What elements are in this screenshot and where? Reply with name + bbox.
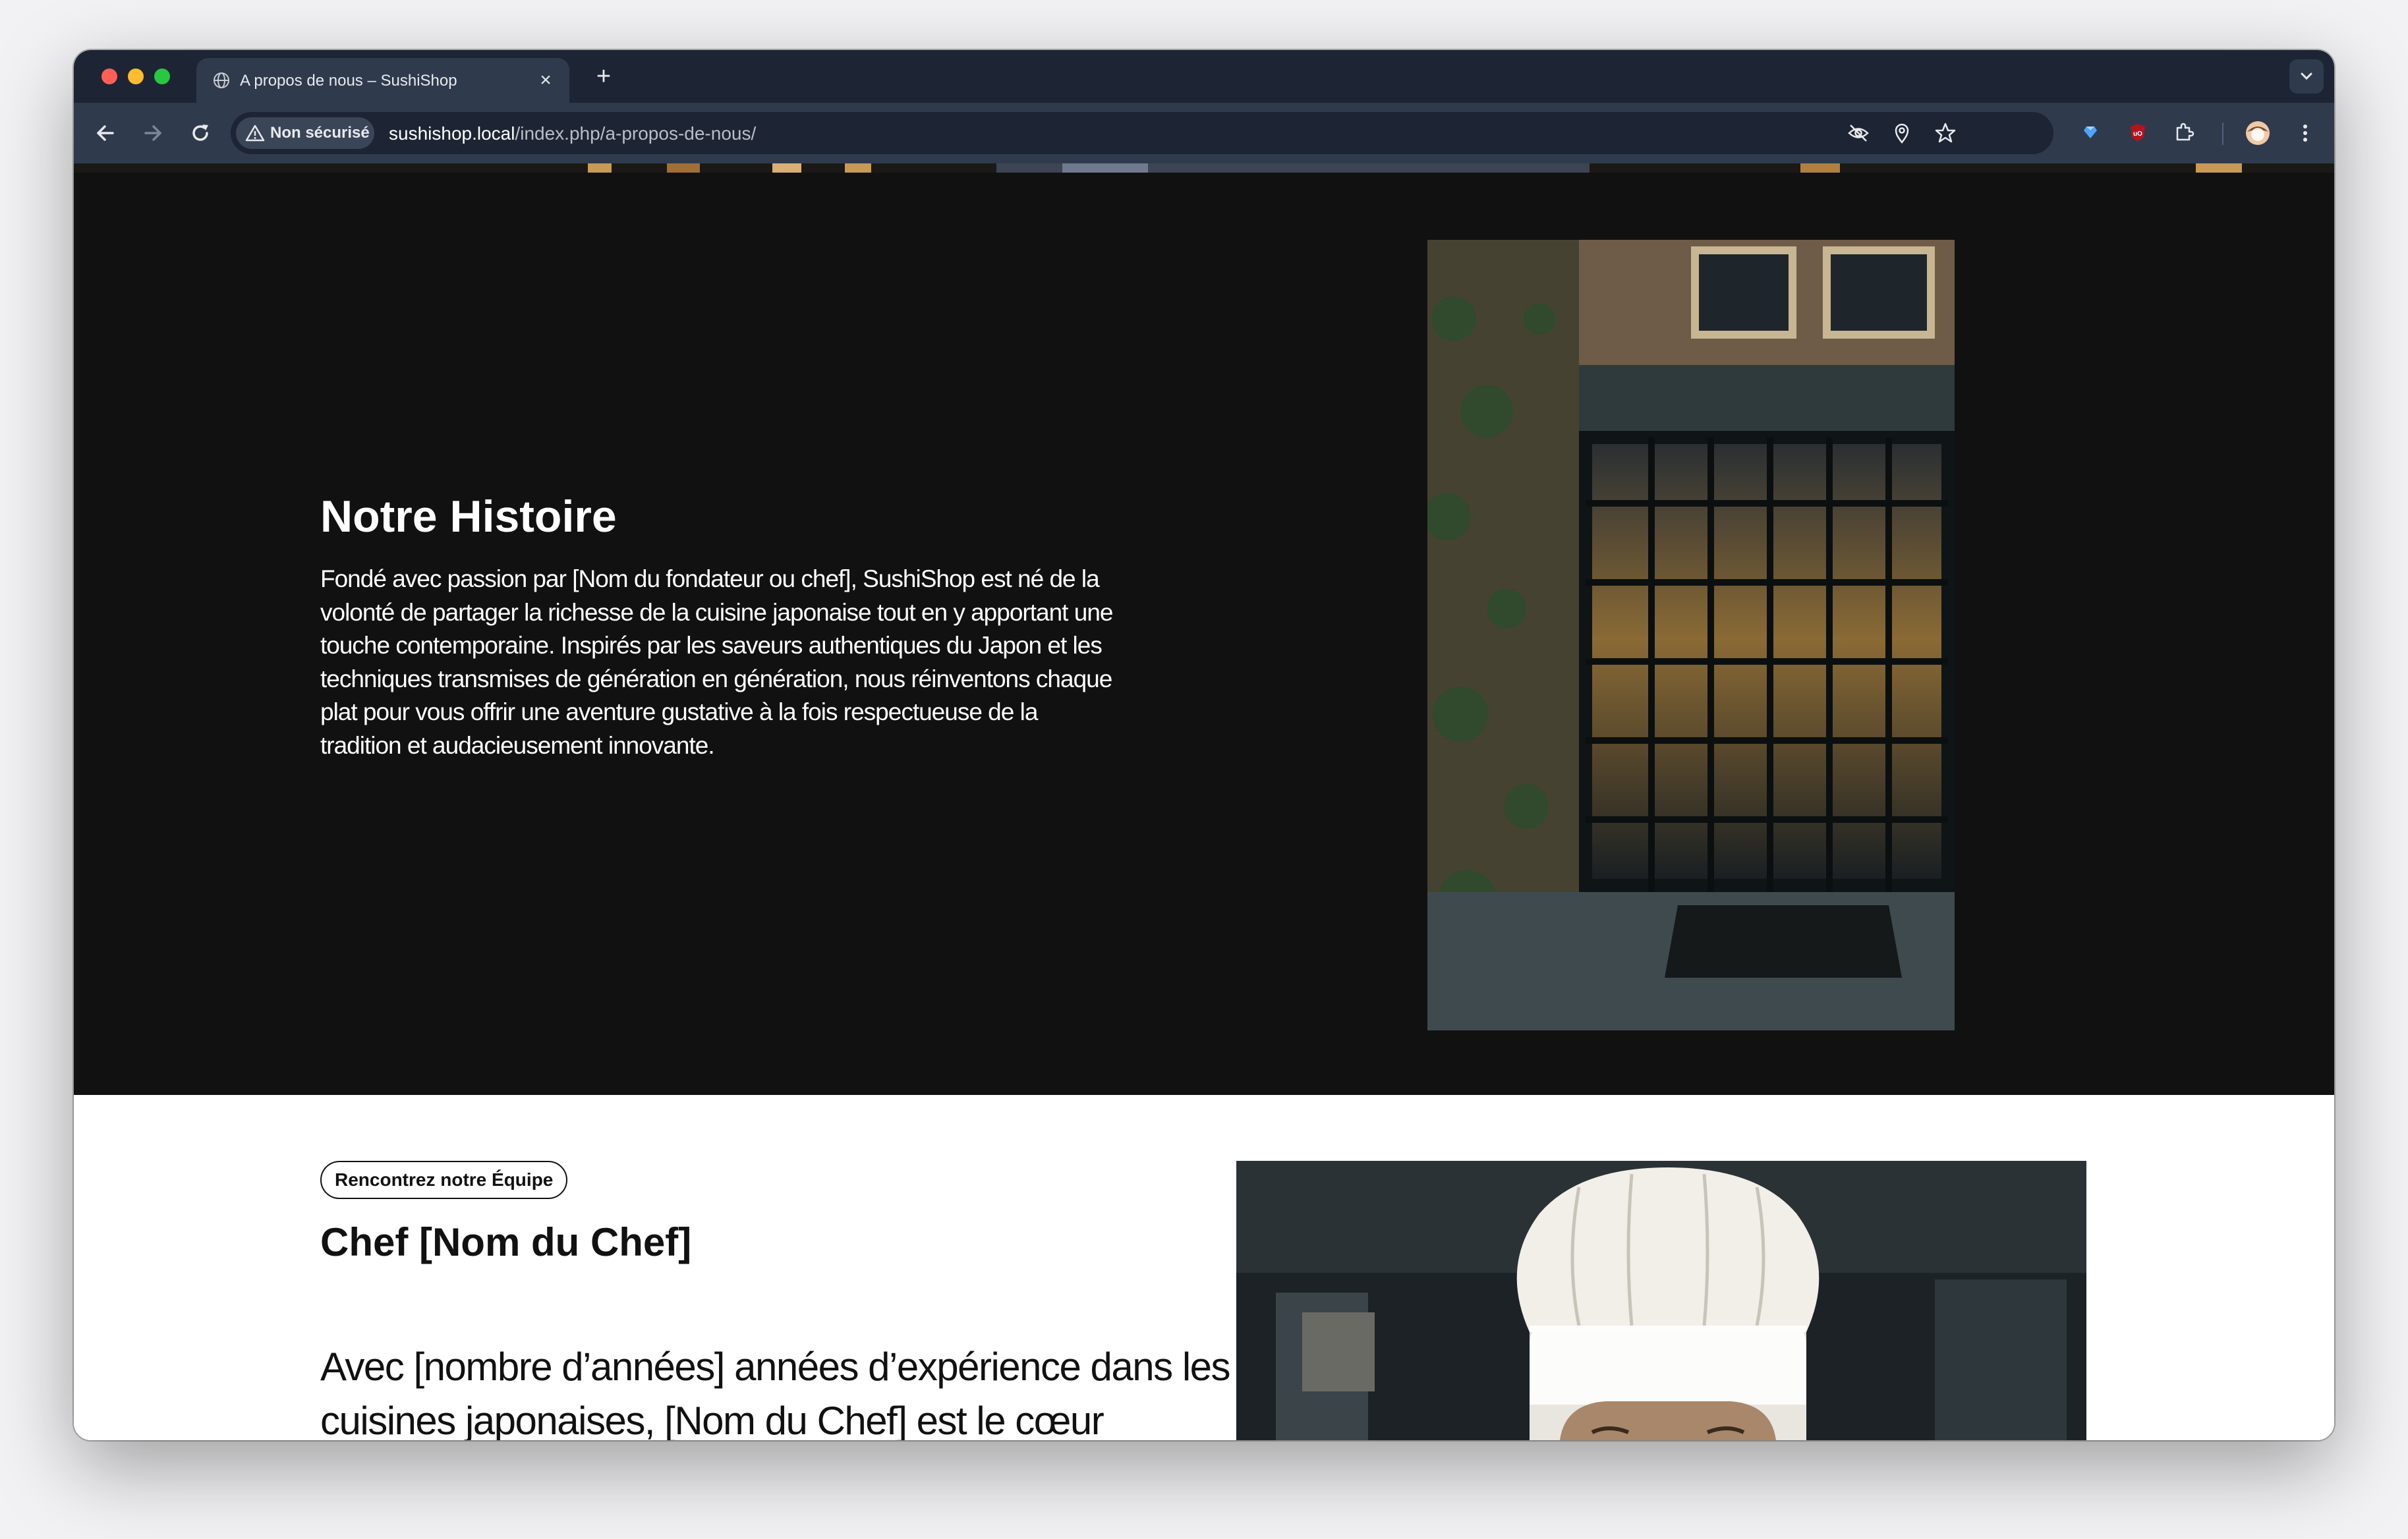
reload-icon[interactable]	[186, 119, 215, 148]
page-viewport: Notre Histoire Fondé avec passion par [N…	[74, 163, 2334, 1440]
globe-icon	[214, 72, 229, 88]
chef-name-heading: Chef [Nom du Chef]	[320, 1220, 692, 1264]
location-pin-icon[interactable]	[1890, 121, 1914, 145]
ublock-origin-icon[interactable]: uO	[2123, 119, 2152, 148]
back-icon[interactable]	[91, 119, 120, 148]
forward-icon[interactable]	[138, 119, 167, 148]
history-section: Notre Histoire Fondé avec passion par [N…	[74, 173, 2334, 1095]
tab-active[interactable]: A propos de nous – SushiShop ×	[196, 58, 569, 103]
eye-off-icon[interactable]	[1847, 121, 1870, 145]
url-host: sushishop.local	[389, 123, 515, 144]
close-tab-icon[interactable]: ×	[534, 69, 558, 92]
tab-title: A propos de nous – SushiShop	[240, 72, 457, 90]
url-path: /index.php/a-propos-de-nous/	[515, 123, 757, 144]
warning-icon	[245, 125, 265, 142]
extensions-puzzle-icon[interactable]	[2169, 119, 2198, 148]
maximize-window-button[interactable]	[154, 69, 170, 84]
svg-text:uO: uO	[2133, 130, 2142, 138]
url-text[interactable]: sushishop.local/index.php/a-propos-de-no…	[389, 123, 756, 144]
security-label: Non sécurisé	[270, 124, 370, 142]
history-title: Notre Histoire	[320, 491, 617, 542]
new-tab-button[interactable]: +	[590, 63, 617, 90]
gem-extension-icon[interactable]	[2076, 119, 2105, 148]
security-chip[interactable]: Non sécurisé	[236, 117, 374, 149]
minimize-window-button[interactable]	[128, 69, 144, 84]
bookmark-star-icon[interactable]	[1934, 121, 1957, 145]
close-window-button[interactable]	[101, 69, 117, 84]
address-bar[interactable]: Non sécurisé sushishop.local/index.php/a…	[231, 112, 2053, 154]
toolbar: Non sécurisé sushishop.local/index.php/a…	[74, 103, 2334, 163]
team-section: Rencontrez notre Équipe Chef [Nom du Che…	[74, 1095, 2334, 1440]
profile-avatar[interactable]	[2243, 119, 2272, 148]
chef-bio-text: Avec [nombre d’années] années d’expérien…	[320, 1345, 1231, 1440]
tab-search-button[interactable]	[2289, 59, 2324, 94]
chevron-down-icon	[2301, 72, 2312, 80]
team-badge: Rencontrez notre Équipe	[320, 1161, 568, 1199]
hero-image-edge	[74, 163, 2334, 173]
toolbar-divider	[2222, 123, 2223, 145]
menu-kebab-icon[interactable]	[2291, 119, 2320, 148]
chef-portrait-image	[1236, 1161, 2086, 1440]
browser-window: A propos de nous – SushiShop × + Non séc…	[74, 50, 2334, 1440]
history-text: Fondé avec passion par [Nom du fondateur…	[320, 565, 1113, 759]
tab-strip: A propos de nous – SushiShop × +	[74, 50, 2334, 103]
restaurant-entrance-image	[1427, 240, 1955, 1030]
